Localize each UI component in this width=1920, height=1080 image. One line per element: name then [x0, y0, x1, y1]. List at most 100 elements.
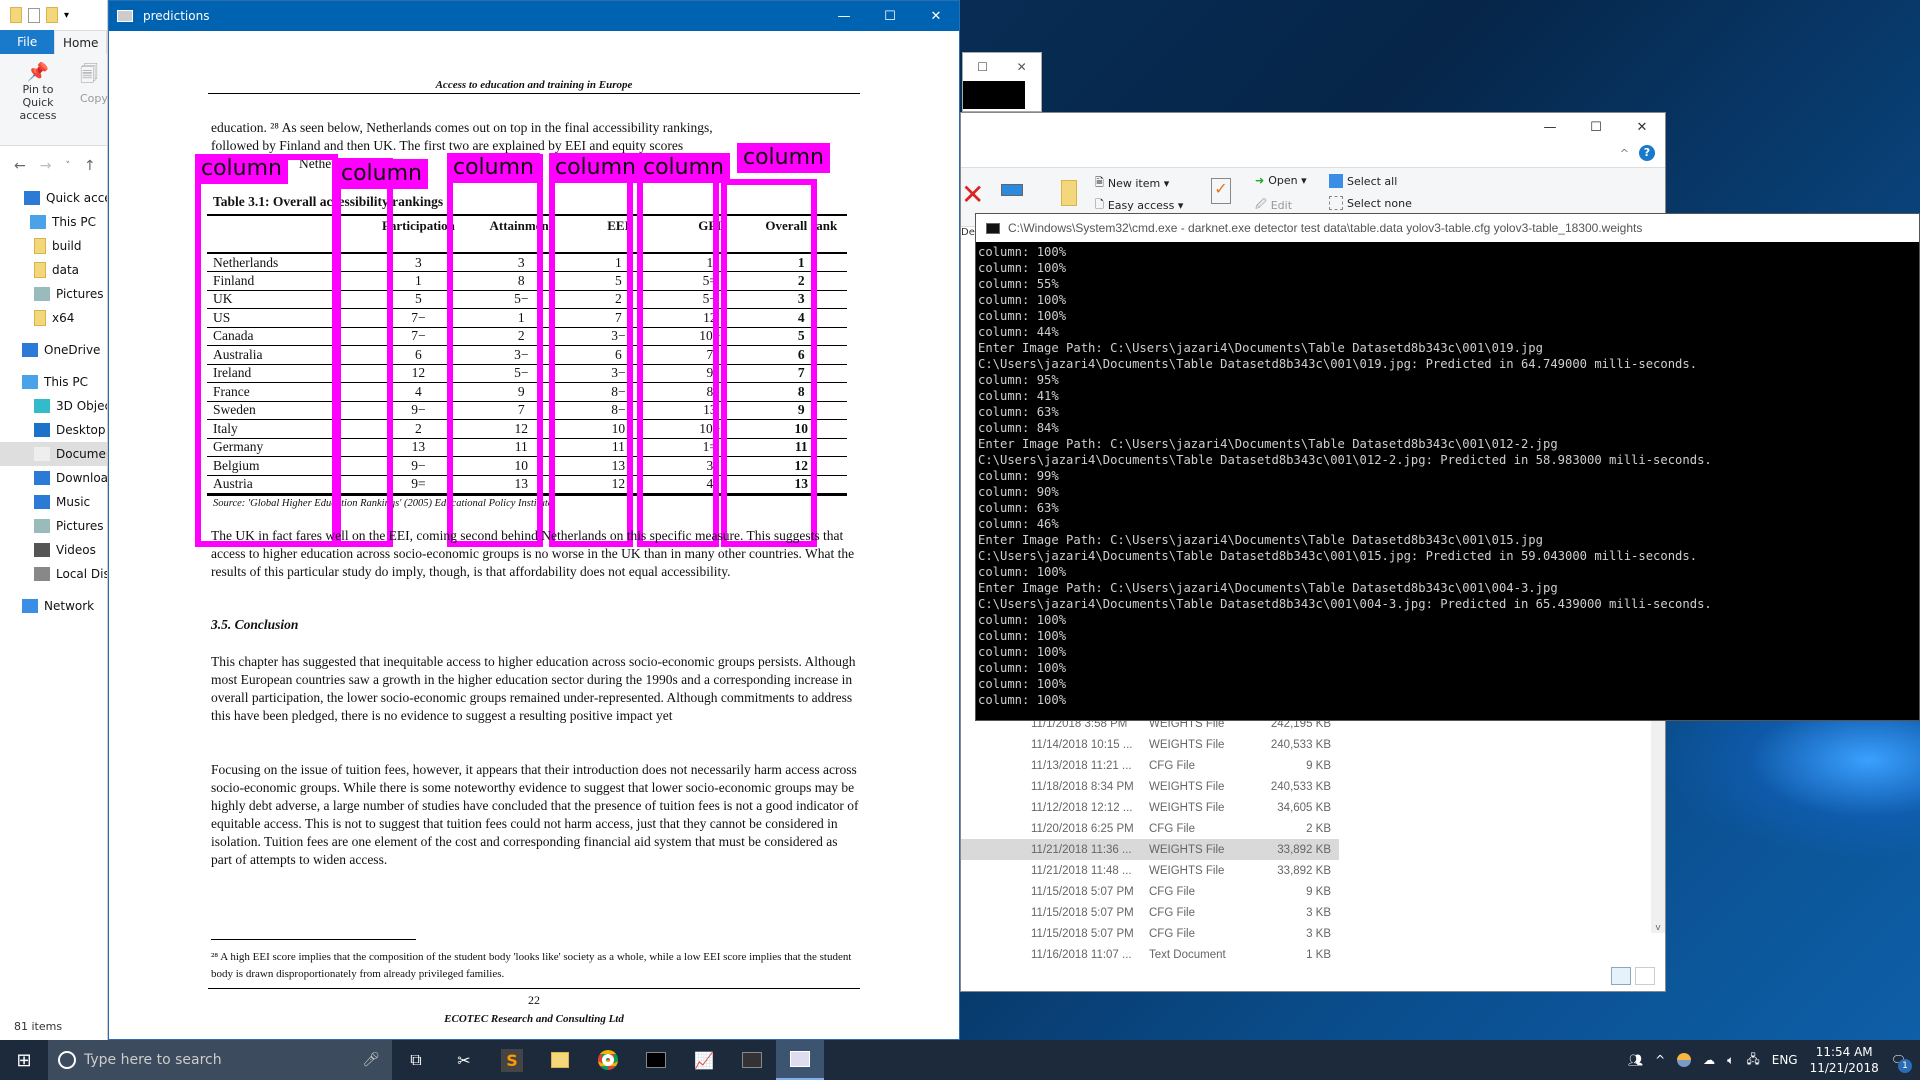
forward-icon[interactable]: → [40, 158, 52, 174]
file-row[interactable]: 11/16/2018 11:07 ... Text Document 1 KB [961, 944, 1667, 965]
close-button[interactable]: ✕ [1017, 60, 1027, 74]
new-folder-button[interactable] [1061, 180, 1077, 206]
checkmark-document-icon: ✓ [1211, 178, 1231, 204]
search-box[interactable]: Type here to search 🎤︎ [48, 1040, 392, 1080]
people-icon[interactable]: 👥︎ [1628, 1053, 1643, 1067]
nav-item[interactable]: x64 [0, 306, 107, 330]
select-all-button[interactable]: Select all [1329, 174, 1397, 188]
file-date: 11/15/2018 5:07 PM [1031, 927, 1134, 940]
file-row[interactable]: 11/20/2018 6:25 PM CFG File 2 KB [961, 818, 1667, 839]
file-row[interactable]: 11/14/2018 10:15 ... WEIGHTS File 240,533 … [961, 734, 1667, 755]
onedrive-icon[interactable]: ☁ [1703, 1053, 1715, 1067]
rename-button[interactable] [1001, 184, 1023, 196]
task-view-button[interactable]: ⧉ [392, 1040, 440, 1080]
up-icon[interactable]: ↑ [84, 158, 96, 174]
console-line: column: 46% [978, 517, 1059, 531]
nav-item[interactable]: data [0, 258, 107, 282]
sublime-text-button[interactable]: S [488, 1040, 536, 1080]
file-size: 33,892 KB [1277, 843, 1331, 856]
properties-button[interactable]: ✓ [1211, 178, 1231, 204]
close-button[interactable]: ✕ [1619, 113, 1665, 143]
nav-item[interactable]: Documents [0, 442, 107, 466]
file-row[interactable]: 11/12/2018 12:12 ... WEIGHTS File 34,605 K… [961, 797, 1667, 818]
nav-item[interactable]: Music [0, 490, 107, 514]
detection-box [447, 154, 543, 547]
detection-box [549, 176, 633, 547]
customize-toolbar-icon[interactable]: ▾ [64, 10, 69, 21]
nav-item[interactable]: Desktop [0, 418, 107, 442]
delete-button[interactable]: ✕ [961, 178, 984, 211]
snipping-tool-button[interactable]: ✂ [440, 1040, 488, 1080]
network-icon[interactable]: 🖧 [1746, 1050, 1759, 1071]
console-output[interactable]: column: 100% column: 100% column: 55% colum… [976, 242, 1919, 710]
page-footer: ECOTEC Research and Consulting Ltd [444, 1013, 624, 1025]
nav-item[interactable]: OneDrive [0, 338, 107, 362]
file-row[interactable]: 11/15/2018 5:07 PM CFG File 3 KB [961, 923, 1667, 944]
new-item-button[interactable]: 🗎 New item ▾ [1095, 174, 1169, 193]
clock[interactable]: 11:54 AM 11/21/2018 [1810, 1044, 1879, 1076]
nav-item[interactable]: Quick access [0, 186, 107, 210]
collapse-ribbon-icon[interactable]: ^ [1620, 147, 1629, 160]
nav-item-label: Music [56, 495, 91, 509]
maximize-button[interactable]: ☐ [1573, 113, 1619, 143]
nav-item-label: Documents [56, 447, 107, 461]
large-icons-view-button[interactable] [1635, 967, 1655, 985]
open-button[interactable]: ➜ Open ▾ [1255, 174, 1307, 187]
file-row[interactable]: 11/15/2018 5:07 PM CFG File 3 KB [961, 902, 1667, 923]
nav-item[interactable]: Videos [0, 538, 107, 562]
new-folder-icon[interactable] [46, 7, 58, 23]
minimize-button[interactable]: — [1527, 113, 1573, 143]
action-center-button[interactable]: 🗨︎ 1 [1891, 1053, 1912, 1073]
maximize-button[interactable]: ☐ [867, 9, 913, 24]
pictures-icon [34, 519, 50, 533]
nav-item[interactable]: Downloads [0, 466, 107, 490]
file-row[interactable]: 11/13/2018 11:21 ... CFG File 9 KB [961, 755, 1667, 776]
volume-icon[interactable]: 🔈︎ [1727, 1053, 1734, 1068]
nav-item[interactable]: Pictures [0, 514, 107, 538]
nav-item[interactable]: 3D Objects [0, 394, 107, 418]
nav-item[interactable]: build [0, 234, 107, 258]
select-none-button[interactable]: Select none [1329, 196, 1412, 210]
photos-viewer-button[interactable] [776, 1040, 824, 1080]
nav-item[interactable]: This PC [0, 210, 107, 234]
tab-file[interactable]: File [0, 30, 55, 54]
file-row[interactable]: 11/21/2018 11:36 ... WEIGHTS File 33,892 K… [961, 839, 1339, 860]
weather-icon[interactable] [1677, 1053, 1692, 1067]
tab-home[interactable]: Home [54, 30, 107, 54]
help-icon[interactable]: ? [1639, 145, 1655, 161]
back-icon[interactable]: ← [14, 158, 26, 174]
vertical-scrollbar[interactable]: v [1651, 713, 1665, 933]
minimize-button[interactable]: — [821, 9, 867, 24]
detection-label: column [549, 153, 642, 183]
sublime-text-icon: S [501, 1048, 523, 1072]
nav-item[interactable]: This PC [0, 370, 107, 394]
microphone-icon[interactable]: 🎤︎ [362, 1052, 380, 1068]
copy-button[interactable]: 🗐 Copy [80, 62, 108, 105]
chrome-button[interactable] [584, 1040, 632, 1080]
nav-item[interactable]: Local Disk [0, 562, 107, 586]
file-row[interactable]: 11/15/2018 5:07 PM CFG File 9 KB [961, 881, 1667, 902]
nav-item[interactable]: Network [0, 594, 107, 618]
folder-icon [34, 238, 46, 254]
console-button[interactable] [728, 1040, 776, 1080]
open-icon: ➜ [1255, 174, 1265, 187]
pin-to-quick-access-button[interactable]: 📌 Pin to Quick access [8, 62, 68, 122]
recent-locations-icon[interactable]: ˅ [65, 161, 70, 171]
folder-icon [34, 262, 46, 278]
folder-icon[interactable] [10, 7, 22, 23]
details-view-button[interactable] [1611, 967, 1631, 985]
language-indicator[interactable]: ENG [1772, 1053, 1798, 1067]
start-button[interactable]: ⊞ [0, 1040, 48, 1080]
nav-item[interactable]: Pictures [0, 282, 107, 306]
maximize-button[interactable]: ☐ [977, 60, 988, 74]
show-hidden-icons[interactable]: ^ [1655, 1053, 1665, 1067]
command-prompt-button[interactable] [632, 1040, 680, 1080]
taskbar: ⊞ Type here to search 🎤︎ ⧉ ✂ S 📈 👥︎ ^ ☁ … [0, 1040, 1920, 1080]
scroll-down-icon[interactable]: v [1651, 923, 1665, 933]
file-row[interactable]: 11/18/2018 8:34 PM WEIGHTS File 240,533 KB [961, 776, 1667, 797]
file-row[interactable]: 11/21/2018 11:48 ... WEIGHTS File 33,892 K… [961, 860, 1667, 881]
close-button[interactable]: ✕ [913, 9, 959, 24]
file-explorer-button[interactable] [536, 1040, 584, 1080]
properties-icon[interactable] [28, 7, 40, 23]
resource-monitor-button[interactable]: 📈 [680, 1040, 728, 1080]
